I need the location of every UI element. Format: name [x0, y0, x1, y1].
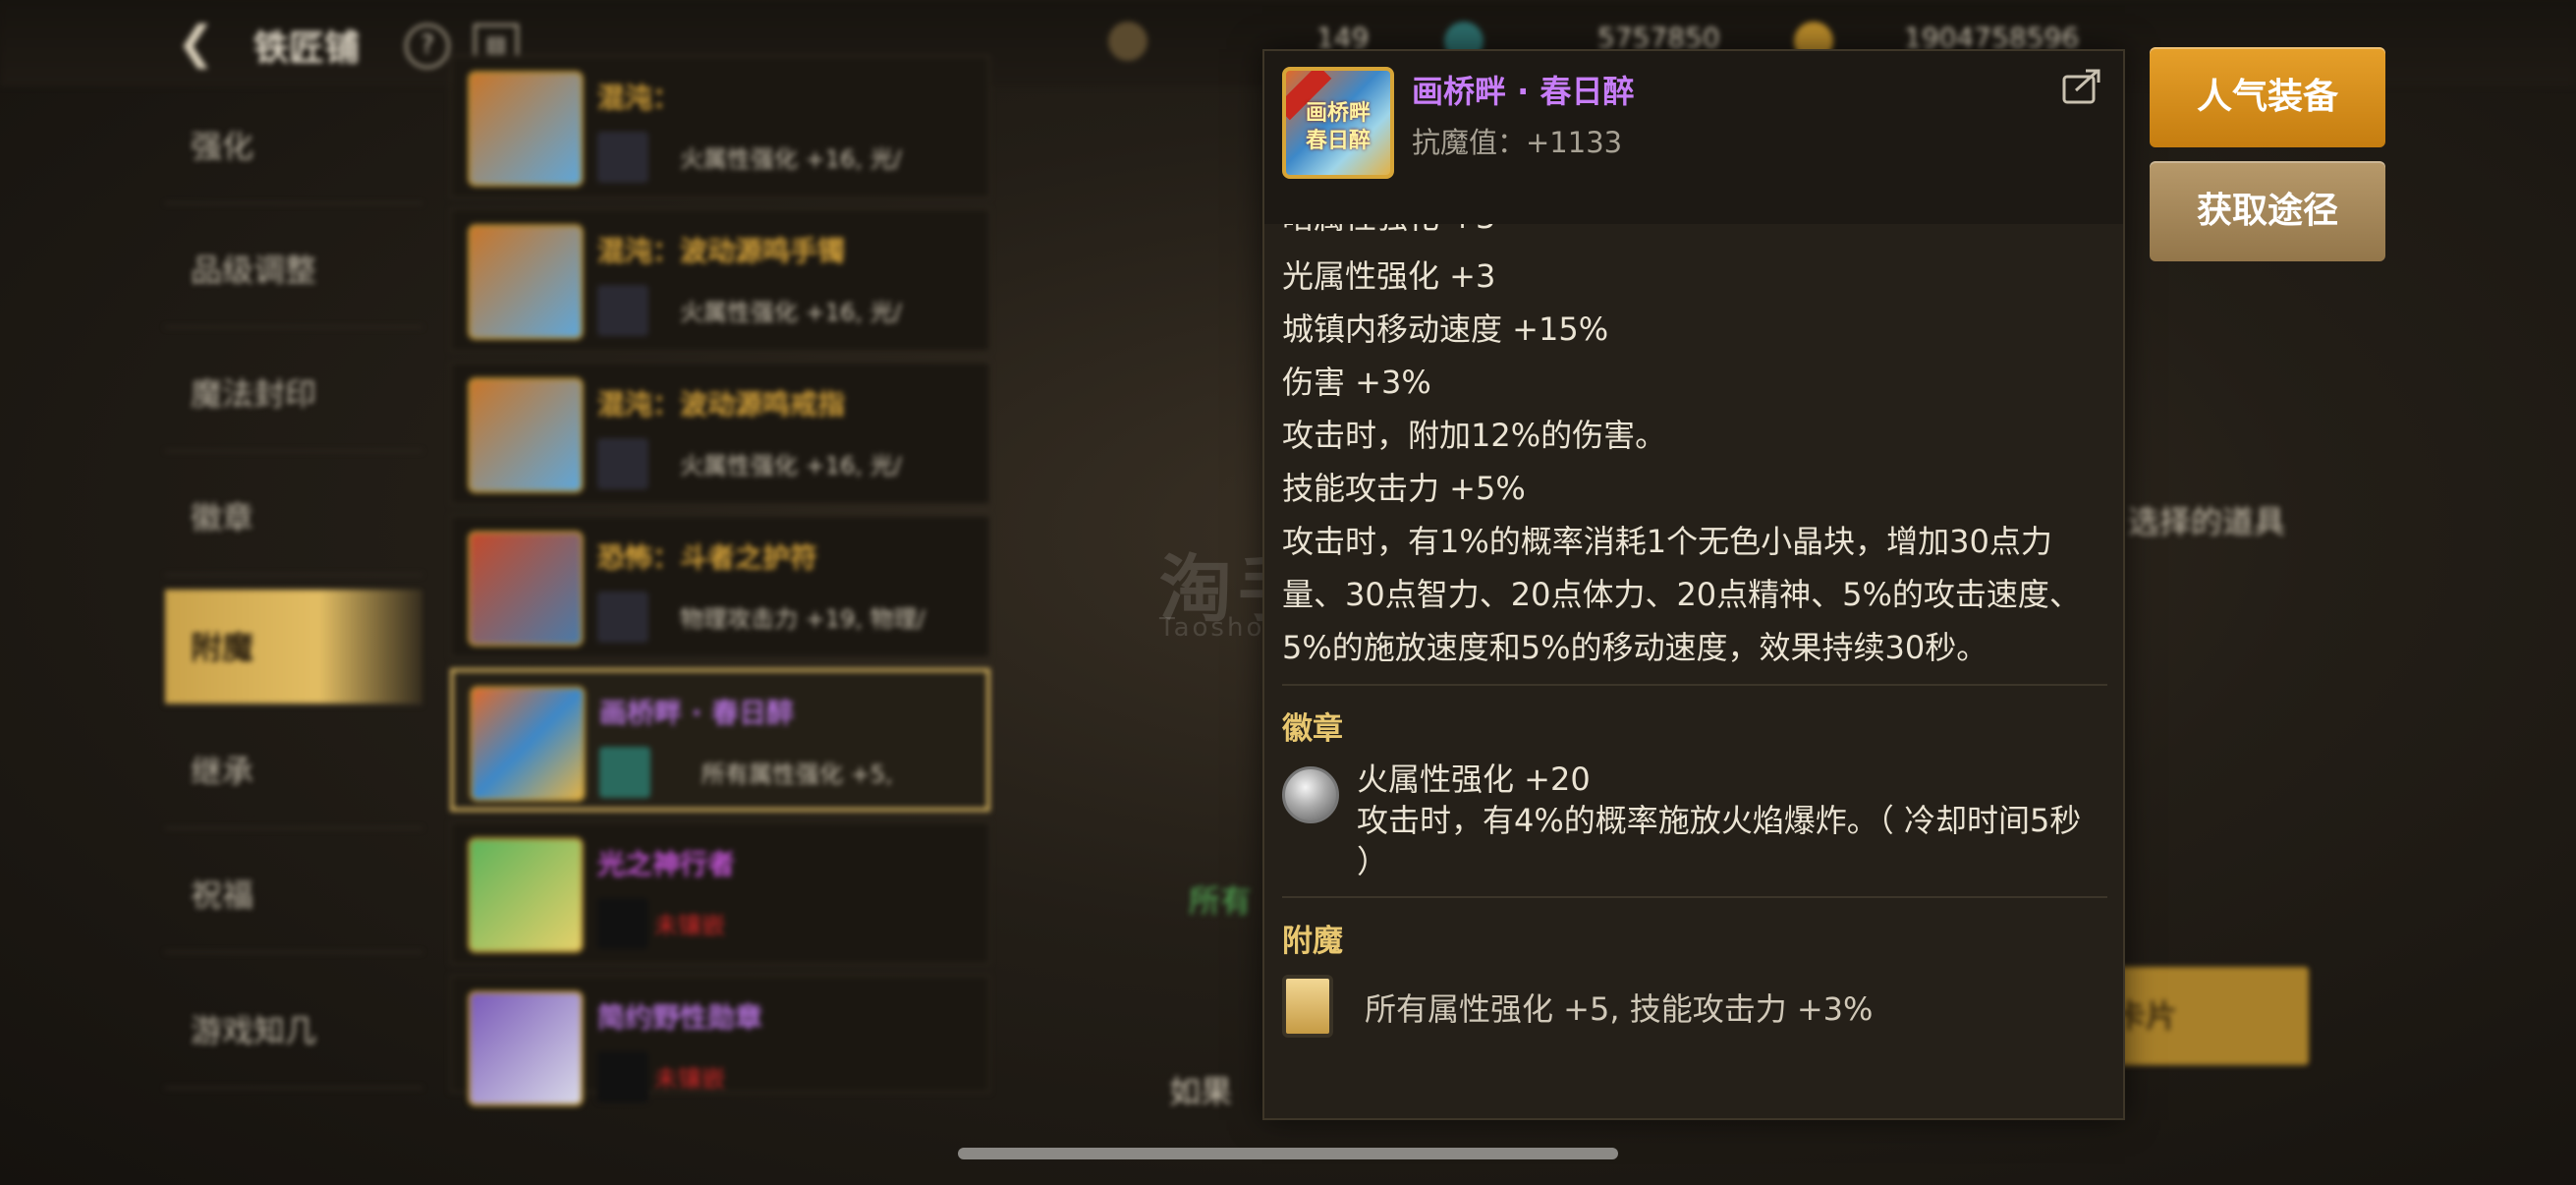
select-hint: 选择的道具 [2128, 503, 2286, 540]
nav-item-inherit[interactable]: 继承 [165, 713, 422, 829]
popular-equipment-button[interactable]: 人气装备 [2150, 47, 2385, 147]
item-icon [468, 837, 584, 953]
item-name: 画桥畔 · 春日醉 [1412, 73, 1635, 110]
badge-icon [1282, 766, 1339, 823]
tooltip-header: 画桥畔 春日醉 画桥畔 · 春日醉 抗魔值：+1133 [1264, 51, 2123, 224]
nav-item-badge[interactable]: 徽章 [165, 460, 422, 576]
nav-item-strengthen[interactable]: 强化 [165, 88, 422, 204]
nav-item-tips[interactable]: 游戏知几 [165, 973, 422, 1089]
divider [1282, 684, 2107, 686]
tooltip-body: 暗属性强化 +3 光属性强化 +3 城镇内移动速度 +15% 伤害 +3% 攻击… [1282, 224, 2107, 1108]
stat-line: 城镇内移动速度 +15% [1282, 310, 1609, 348]
item-name: 混沌： [597, 82, 681, 114]
item-sub-icon [597, 438, 648, 489]
badge-line-1: 火属性强化 +20 [1357, 761, 1591, 798]
green-hint: 所有 [1189, 882, 1253, 920]
page-title: 铁匠铺 [253, 28, 361, 69]
item-tooltip: 画桥畔 春日醉 画桥畔 · 春日醉 抗魔值：+1133 暗属性强化 +3 光属性… [1262, 49, 2125, 1120]
help-icon[interactable]: ? [405, 24, 450, 69]
list-item-selected[interactable]: 画桥畔 · 春日醉 所有属性强化 +5, [450, 668, 990, 812]
item-name: 混沌：波动源鸣手镯 [597, 235, 846, 267]
item-name: 简约野性勋章 [597, 1001, 763, 1034]
enchant-text: 所有属性强化 +5, 技能攻击力 +3% [1365, 990, 1874, 1028]
badge-row: 火属性强化 +20 攻击时，有4%的概率施放火焰爆炸。（ 冷却时间5秒 ） [1282, 759, 2107, 886]
item-attr: 所有属性强化 +5, [701, 761, 893, 788]
stat-line: 暗属性强化 +3 [1282, 224, 1495, 244]
item-name: 画桥畔 · 春日醉 [599, 697, 795, 729]
nav-item-enchant[interactable]: 附魔 [165, 590, 422, 705]
item-avatar-icon: 画桥畔 春日醉 [1282, 67, 1394, 179]
badge-section-title: 徽章 [1282, 711, 1343, 747]
stat-line: 攻击时，附加12%的伤害。 [1282, 417, 1667, 454]
item-sub-icon [597, 1051, 648, 1102]
bottom-hint: 如果 [1169, 1073, 1233, 1110]
badge-line-2: 攻击时，有4%的概率施放火焰爆炸。（ 冷却时间5秒 ） [1357, 802, 2082, 880]
item-name: 混沌：波动源鸣戒指 [597, 388, 846, 421]
resist-stat: 抗魔值：+1133 [1412, 126, 1623, 159]
item-icon [468, 377, 584, 493]
stat-line: 光属性强化 +3 [1282, 257, 1496, 295]
nav-item-grade[interactable]: 品级调整 [165, 212, 422, 328]
item-attr: 火属性强化 +16, 光/ [680, 299, 902, 326]
item-attr: 未镶嵌 [654, 912, 725, 939]
item-attr: 火属性强化 +16, 光/ [680, 145, 902, 173]
divider [1282, 896, 2107, 898]
item-icon [468, 531, 584, 647]
item-name: 恐怖：斗者之护符 [597, 541, 818, 574]
badge-text: 火属性强化 +20 攻击时，有4%的概率施放火焰爆炸。（ 冷却时间5秒 ） [1357, 759, 2103, 882]
item-icon [468, 71, 584, 187]
stat-line: 技能攻击力 +5% [1282, 470, 1526, 507]
item-sub-icon [597, 592, 648, 643]
list-item[interactable]: 简约野性勋章 未镶嵌 [450, 975, 990, 1106]
item-icon [468, 224, 584, 340]
enchant-section-title: 附魔 [1282, 924, 1343, 959]
nav-item-seal[interactable]: 魔法封印 [165, 336, 422, 452]
enchant-card-icon [1282, 975, 1333, 1038]
item-sub-icon [599, 747, 650, 798]
item-avatar-glyph: 画桥畔 春日醉 [1305, 101, 1371, 153]
item-icon [468, 990, 584, 1106]
item-attr: 火属性强化 +16, 光/ [680, 452, 902, 480]
list-item[interactable]: 混沌：波动源鸣戒指 火属性强化 +16, 光/ [450, 362, 990, 505]
list-item[interactable]: 恐怖：斗者之护符 物理攻击力 +19, 物理/ [450, 515, 990, 658]
proc-effect-text: 攻击时，有1%的概率消耗1个无色小晶块，增加30点力量、30点智力、20点体力、… [1282, 523, 2081, 666]
share-icon[interactable] [2062, 67, 2103, 104]
list-item[interactable]: 光之神行者 未镶嵌 [450, 821, 990, 965]
item-name: 光之神行者 [597, 848, 736, 880]
item-attr: 物理攻击力 +19, 物理/ [680, 605, 925, 633]
home-indicator[interactable] [958, 1148, 1618, 1159]
item-sub-icon [597, 898, 648, 949]
nav-item-bless[interactable]: 祝福 [165, 837, 422, 953]
item-sub-icon [597, 285, 648, 336]
coin-icon [1108, 22, 1148, 61]
item-icon [470, 686, 586, 802]
item-sub-icon [597, 132, 648, 183]
list-item[interactable]: 混沌： 火属性强化 +16, 光/ [450, 55, 990, 198]
list-item[interactable]: 混沌：波动源鸣手镯 火属性强化 +16, 光/ [450, 208, 990, 352]
stat-line: 伤害 +3% [1282, 364, 1431, 401]
item-attr: 未镶嵌 [654, 1065, 725, 1093]
back-arrow-icon[interactable]: ❮ [177, 18, 226, 67]
acquire-route-button[interactable]: 获取途径 [2150, 161, 2385, 261]
enchant-row: 所有属性强化 +5, 技能攻击力 +3% [1282, 971, 2107, 1049]
